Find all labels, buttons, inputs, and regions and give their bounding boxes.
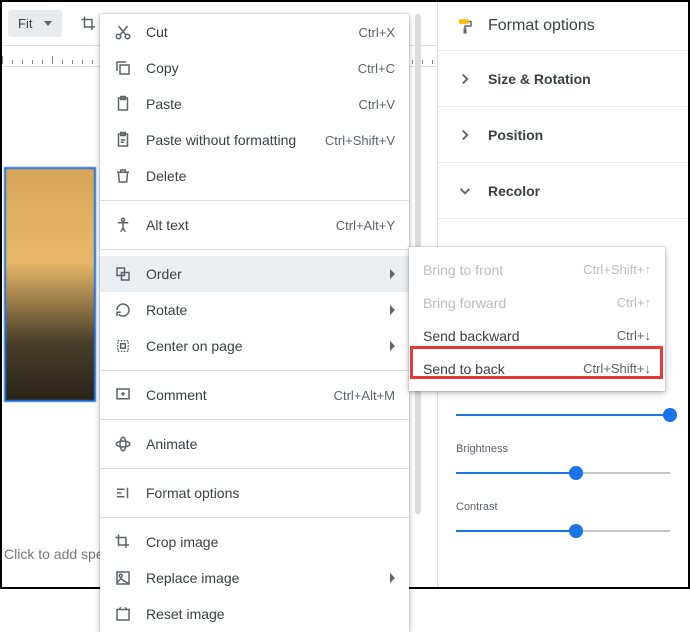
chevron-down-icon — [456, 182, 474, 200]
order-icon — [114, 265, 132, 283]
brightness-label: Brightness — [456, 443, 670, 455]
menu-reset-image[interactable]: Reset image — [100, 596, 409, 632]
transparency-slider[interactable] — [456, 407, 670, 423]
submenu-arrow-icon — [390, 573, 395, 583]
paste-icon — [114, 95, 132, 113]
submenu-bring-front[interactable]: Bring to front Ctrl+Shift+↑ — [409, 253, 665, 286]
separator — [100, 370, 409, 371]
paint-roller-icon — [456, 17, 474, 35]
menu-paste[interactable]: Paste Ctrl+V — [100, 86, 409, 122]
reset-icon — [114, 605, 132, 623]
submenu-bring-forward[interactable]: Bring forward Ctrl+↑ — [409, 286, 665, 319]
submenu-arrow-icon — [390, 341, 395, 351]
order-submenu: Bring to front Ctrl+Shift+↑ Bring forwar… — [409, 247, 665, 391]
sidebar-size-rotation[interactable]: Size & Rotation — [438, 50, 688, 106]
menu-alt-text[interactable]: Alt text Ctrl+Alt+Y — [100, 207, 409, 243]
menu-delete[interactable]: Delete — [100, 158, 409, 194]
submenu-arrow-icon — [390, 269, 395, 279]
paste-plain-icon — [114, 131, 132, 149]
selected-image[interactable] — [4, 167, 96, 402]
separator — [100, 249, 409, 250]
cut-icon — [114, 23, 132, 41]
animate-icon — [114, 435, 132, 453]
menu-comment[interactable]: Comment Ctrl+Alt+M — [100, 377, 409, 413]
copy-icon — [114, 59, 132, 77]
separator — [100, 419, 409, 420]
rotate-icon — [114, 301, 132, 319]
format-icon — [114, 484, 132, 502]
contrast-label: Contrast — [456, 501, 670, 513]
chevron-down-icon — [44, 21, 52, 26]
menu-replace-image[interactable]: Replace image — [100, 560, 409, 596]
brightness-slider[interactable] — [456, 465, 670, 481]
menu-copy[interactable]: Copy Ctrl+C — [100, 50, 409, 86]
chevron-right-icon — [456, 70, 474, 88]
crop-icon[interactable] — [80, 15, 98, 33]
menu-format-options[interactable]: Format options — [100, 475, 409, 511]
sidebar-title: Format options — [488, 17, 595, 35]
menu-rotate[interactable]: Rotate — [100, 292, 409, 328]
submenu-send-backward[interactable]: Send backward Ctrl+↓ — [409, 319, 665, 352]
placeholder-text[interactable]: Click to add spe — [4, 546, 104, 562]
context-menu: Cut Ctrl+X Copy Ctrl+C Paste Ctrl+V Past… — [100, 14, 409, 632]
chevron-right-icon — [456, 126, 474, 144]
menu-crop[interactable]: Crop image — [100, 524, 409, 560]
comment-icon — [114, 386, 132, 404]
contrast-slider[interactable] — [456, 523, 670, 539]
image-icon — [114, 569, 132, 587]
separator — [100, 517, 409, 518]
accessibility-icon — [114, 216, 132, 234]
zoom-fit-button[interactable]: Fit — [8, 10, 62, 37]
crop-icon — [114, 533, 132, 551]
submenu-send-back[interactable]: Send to back Ctrl+Shift+↓ — [409, 352, 665, 385]
separator — [100, 468, 409, 469]
sidebar-recolor[interactable]: Recolor — [438, 162, 688, 218]
sidebar-header: Format options — [438, 2, 688, 50]
menu-cut[interactable]: Cut Ctrl+X — [100, 14, 409, 50]
menu-animate[interactable]: Animate — [100, 426, 409, 462]
menu-center[interactable]: Center on page — [100, 328, 409, 364]
fit-label: Fit — [18, 16, 32, 31]
submenu-arrow-icon — [390, 305, 395, 315]
sidebar-position[interactable]: Position — [438, 106, 688, 162]
trash-icon — [114, 167, 132, 185]
menu-order[interactable]: Order — [100, 256, 409, 292]
center-icon — [114, 337, 132, 355]
separator — [100, 200, 409, 201]
menu-paste-plain[interactable]: Paste without formatting Ctrl+Shift+V — [100, 122, 409, 158]
